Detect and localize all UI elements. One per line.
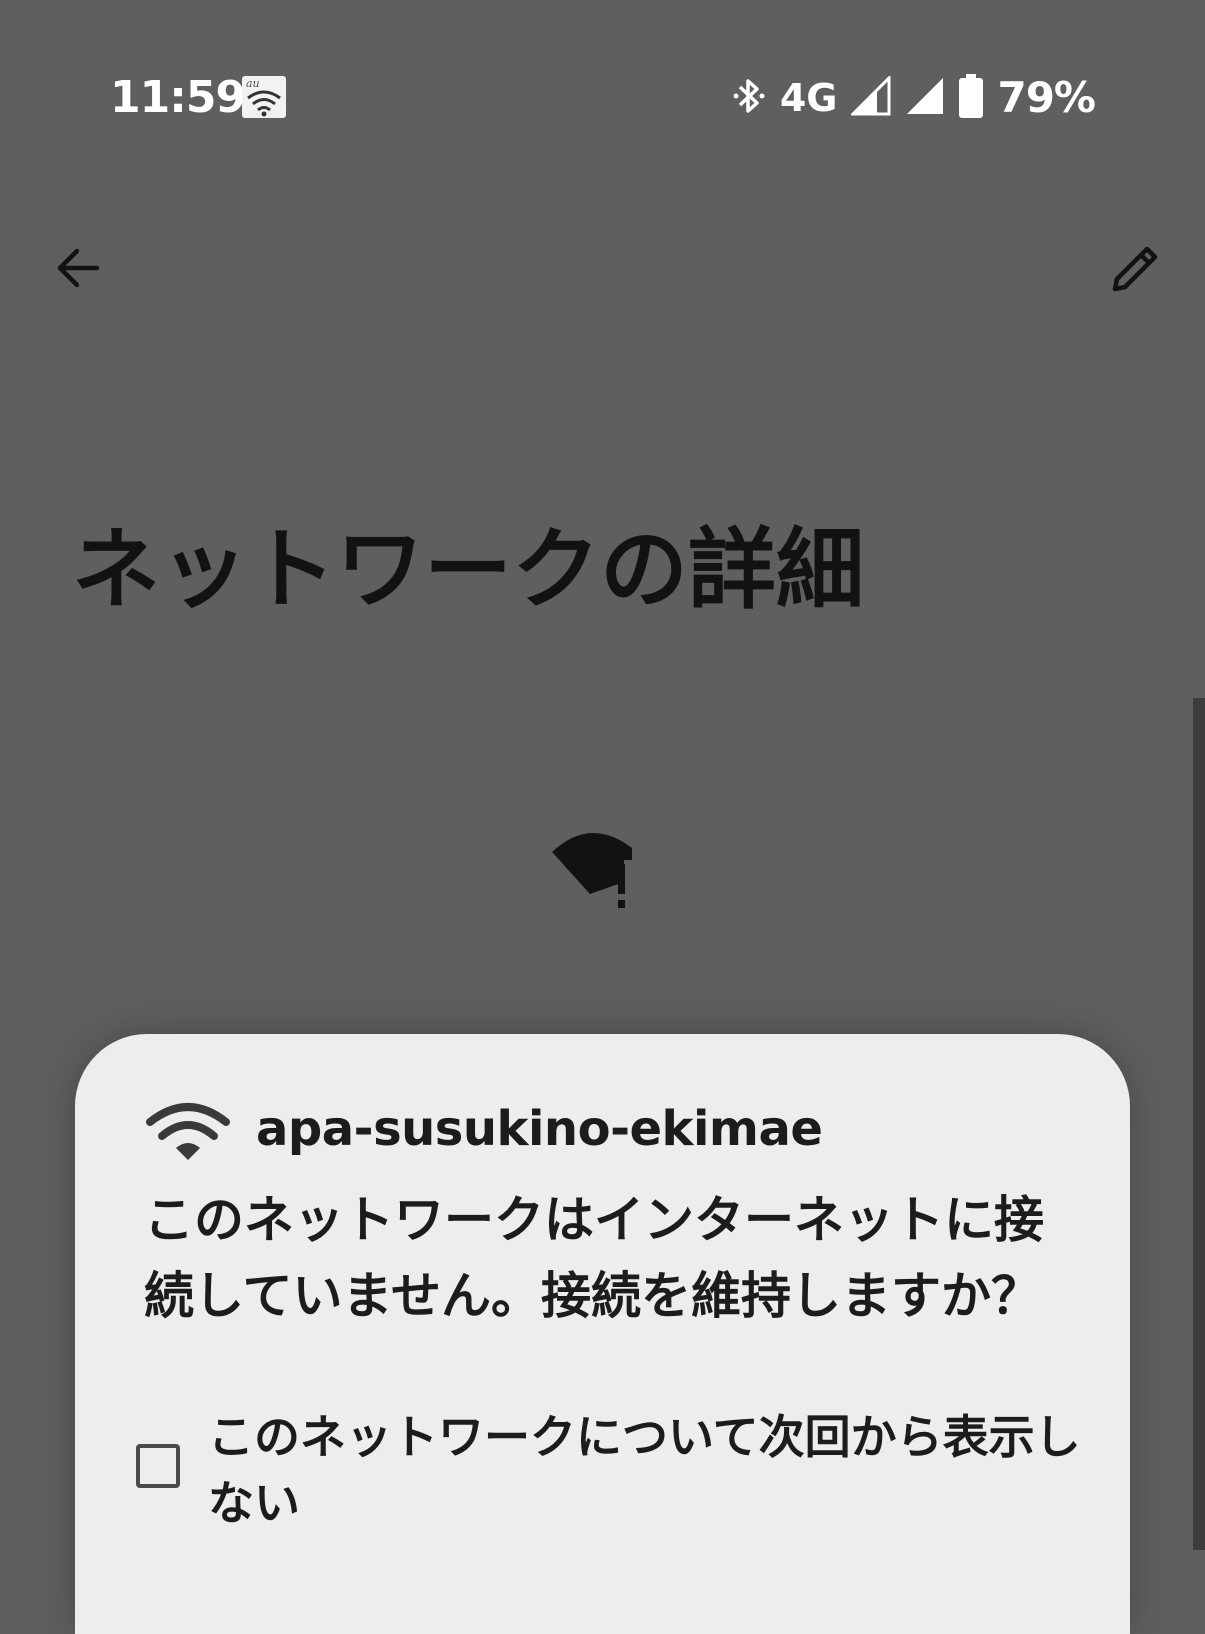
au-wifi-icon: au: [242, 76, 286, 118]
battery-icon: [959, 74, 984, 122]
network-type: 4G: [779, 76, 838, 120]
dont-show-again-checkbox[interactable]: [136, 1444, 180, 1488]
bluetooth-icon: [732, 76, 766, 120]
svg-text:au: au: [246, 77, 260, 90]
edit-button[interactable]: [1104, 236, 1168, 300]
network-ssid: apa-susukino-ekimae: [256, 1101, 823, 1157]
status-indicators: 4G 79%: [732, 70, 1096, 126]
arrow-back-icon: [57, 248, 100, 288]
scrollbar[interactable]: [1193, 698, 1205, 1550]
checkbox-label[interactable]: このネットワークについて次回から表示しない: [208, 1404, 1108, 1536]
status-time: 11:59: [110, 72, 246, 123]
wifi-no-internet-icon: [552, 826, 652, 912]
pencil-icon: [1112, 246, 1158, 292]
battery-percentage: 79%: [997, 73, 1096, 122]
signal-strength-icon: [905, 76, 945, 120]
wifi-icon: [146, 1100, 230, 1162]
back-button[interactable]: [46, 236, 110, 300]
page-title: ネットワークの詳細: [72, 518, 865, 621]
signal-strength-icon: [849, 74, 891, 120]
dialog-message: このネットワークはインターネットに接続していません。接続を維持しますか？: [144, 1191, 1044, 1325]
